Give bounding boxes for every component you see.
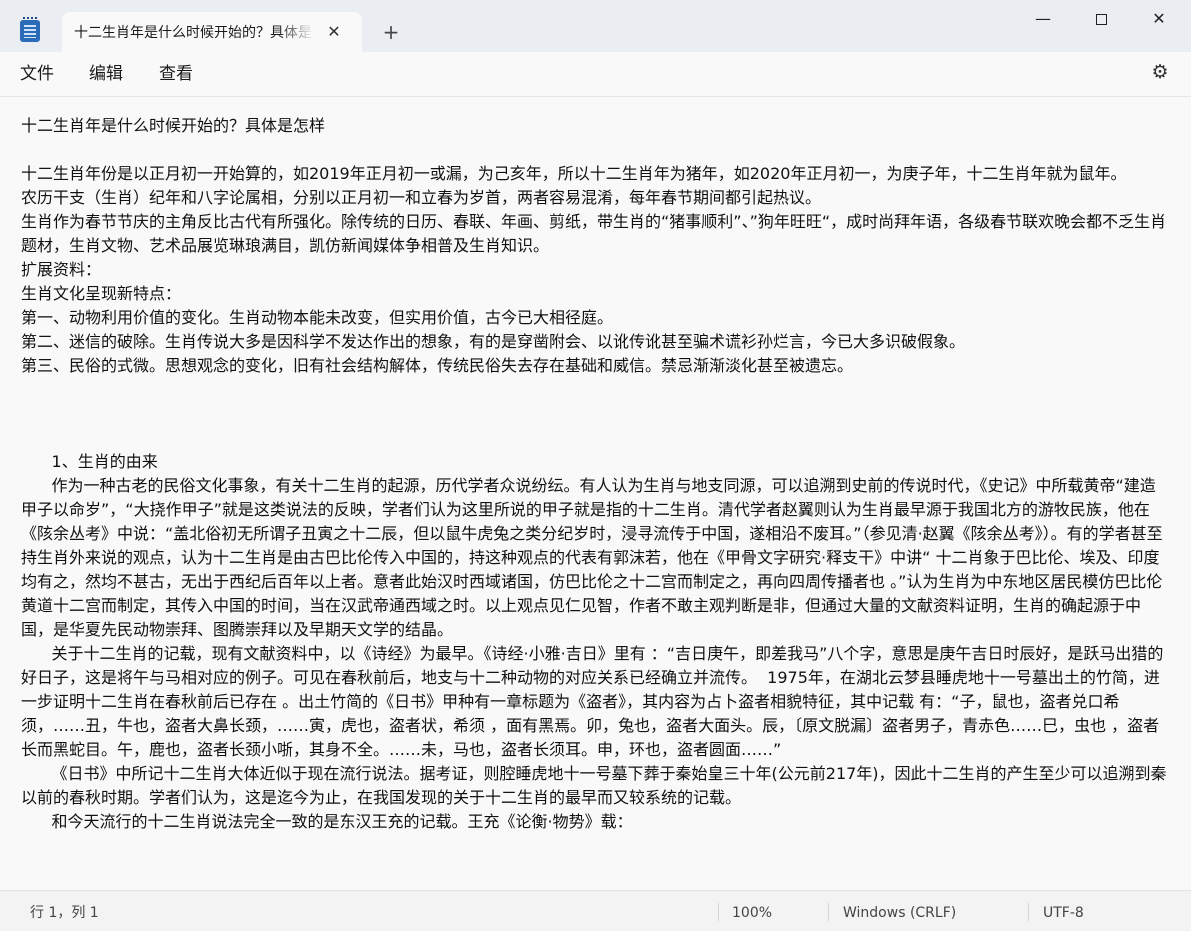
text-line: 第二、迷信的破除。生肖传说大多是因科学不发达作出的想象，有的是穿凿附会、以讹传讹… xyxy=(21,332,966,351)
text-line: 关于十二生肖的记载，现有文献资料中，以《诗经》为最早。《诗经·小雅·吉日》里有 … xyxy=(21,644,1164,759)
text-line: 生肖作为春节节庆的主角反比古代有所强化。除传统的日历、春联、年画、剪纸，带生肖的… xyxy=(21,212,1167,255)
menu-edit[interactable]: 编辑 xyxy=(89,62,123,86)
maximize-button[interactable] xyxy=(1073,0,1129,38)
cursor-position: 行 1，列 1 xyxy=(30,905,99,921)
notepad-icon xyxy=(20,17,40,42)
status-divider xyxy=(828,903,829,921)
zoom-level[interactable]: 100% xyxy=(732,903,772,923)
line-ending[interactable]: Windows (CRLF) xyxy=(843,903,956,923)
gear-icon[interactable]: ⚙ xyxy=(1150,62,1170,82)
text-line: 第一、动物利用价值的变化。生肖动物本能未改变，但实用价值，古今已大相径庭。 xyxy=(21,308,614,327)
encoding[interactable]: UTF-8 xyxy=(1043,903,1084,923)
tab-document[interactable]: 十二生肖年是什么时候开始的？具体是怎样 ✕ xyxy=(62,12,362,52)
status-divider xyxy=(718,903,719,921)
text-line: 和今天流行的十二生肖说法完全一致的是东汉王充的记载。王充《论衡·物势》载： xyxy=(21,812,633,831)
text-editor[interactable]: 十二生肖年是什么时候开始的？具体是怎样 十二生肖年份是以正月初一开始算的，如20… xyxy=(0,96,1191,890)
editor-content[interactable]: 十二生肖年是什么时候开始的？具体是怎样 十二生肖年份是以正月初一开始算的，如20… xyxy=(21,114,1171,834)
text-line: 生肖文化呈现新特点： xyxy=(21,284,182,303)
menu-file[interactable]: 文件 xyxy=(20,62,54,86)
maximize-icon xyxy=(1095,14,1107,25)
text-line: 十二生肖年份是以正月初一开始算的，如2019年正月初一或漏，为己亥年，所以十二生… xyxy=(21,164,1127,183)
section-heading: 1、生肖的由来 xyxy=(21,452,158,471)
new-tab-button[interactable]: + xyxy=(380,22,402,44)
text-line: 农历干支（生肖）纪年和八字论属相，分别以正月初一和立春为岁首，两者容易混淆，每年… xyxy=(21,188,822,207)
text-line: 扩展资料： xyxy=(21,260,102,279)
text-line: 作为一种古老的民俗文化事象，有关十二生肖的起源，历代学者众说纷纭。有人认为生肖与… xyxy=(21,476,1163,639)
close-button[interactable]: ✕ xyxy=(1131,0,1187,38)
minimize-button[interactable]: — xyxy=(1015,0,1071,38)
title-bar: 十二生肖年是什么时候开始的？具体是怎样 ✕ + — ✕ xyxy=(0,0,1191,52)
text-line: 《日书》中所记十二生肖大体近似于现在流行说法。据考证，则腔睡虎地十一号墓下葬于秦… xyxy=(21,764,1167,807)
tab-title: 十二生肖年是什么时候开始的？具体是怎样 xyxy=(74,25,314,41)
text-line: 第三、民俗的式微。思想观念的变化，旧有社会结构解体，传统民俗失去存在基础和威信。… xyxy=(21,356,854,375)
tab-close-icon[interactable]: ✕ xyxy=(324,22,344,42)
status-divider xyxy=(1028,903,1029,921)
menu-view[interactable]: 查看 xyxy=(159,62,193,86)
status-bar: 行 1，列 1 100% Windows (CRLF) UTF-8 xyxy=(0,890,1191,931)
document-title-line: 十二生肖年是什么时候开始的？具体是怎样 xyxy=(21,116,326,135)
menu-bar: 文件 编辑 查看 xyxy=(0,52,1191,96)
